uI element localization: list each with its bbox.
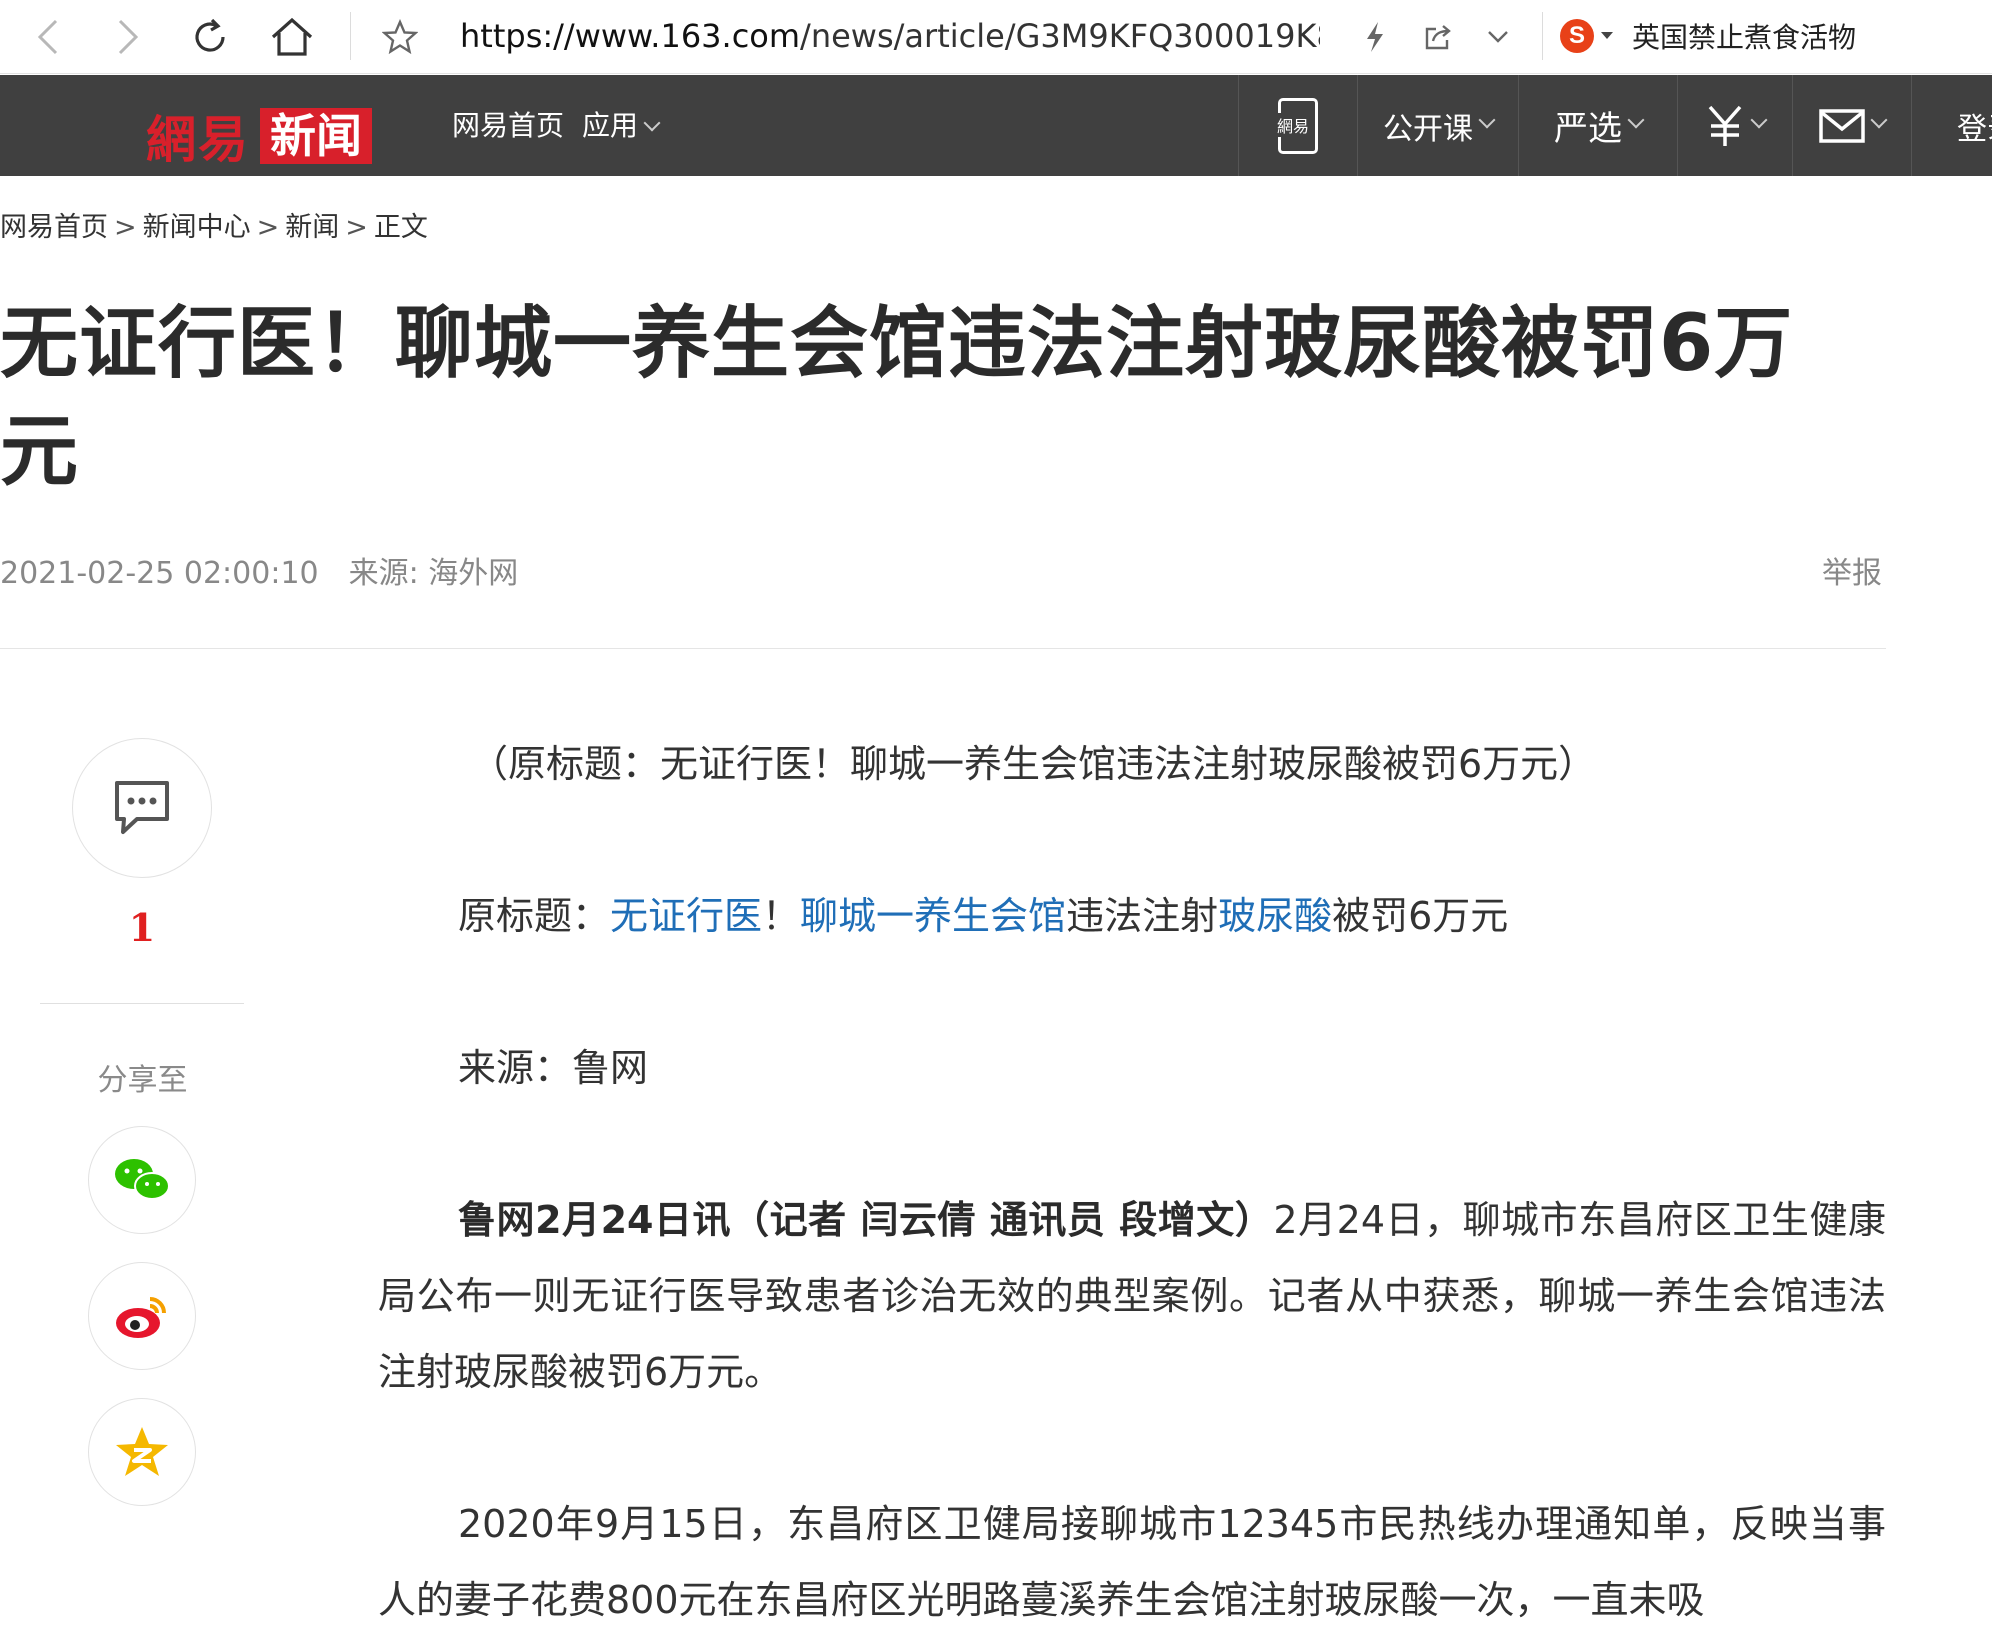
orig-title-punct: ！ — [762, 894, 801, 938]
breadcrumb-news[interactable]: 新闻 — [285, 212, 339, 243]
lead-paragraph: 鲁网2月24日讯（记者 闫云倩 通讯员 段增文）2月24日，聊城市东昌府区卫生健… — [378, 1182, 1886, 1410]
orig-title-mid: 违法注射 — [1066, 894, 1219, 938]
url-path: /news/article/G3M9KFQ300019K82.h — [800, 17, 1320, 55]
flash-icon[interactable] — [1355, 0, 1395, 73]
phone-icon: 網易 — [1277, 97, 1318, 154]
share-wechat-button[interactable] — [88, 1126, 196, 1234]
breadcrumb-news-center[interactable]: 新闻中心 — [143, 212, 251, 243]
qzone-icon — [116, 1427, 168, 1476]
article-datetime: 2021-02-25 02:00:10 — [0, 556, 319, 591]
share-icon[interactable] — [1418, 0, 1458, 73]
orig-title-end: 被罚6万元 — [1332, 894, 1509, 938]
nav-mail[interactable] — [1792, 75, 1911, 176]
nav-open-course-label: 公开课 — [1383, 111, 1473, 147]
chevron-down-icon — [1870, 111, 1888, 128]
report-link[interactable]: 举报 — [1822, 548, 1882, 592]
keyword-link[interactable]: 无证行医 — [610, 894, 762, 938]
site-nav-bar: 網易 新闻 网易首页 应用 網易 公开课 严选 登录 — [0, 75, 1992, 176]
chevron-down-icon — [1627, 111, 1645, 128]
share-label: 分享至 — [97, 1063, 188, 1098]
nav-mobile-app[interactable]: 網易 — [1238, 75, 1357, 176]
star-icon[interactable] — [372, 0, 428, 73]
chevron-down-icon — [1478, 111, 1496, 128]
toolbar-divider — [350, 12, 351, 60]
wechat-icon — [115, 1159, 170, 1200]
nav-yanxuan[interactable]: 严选 — [1518, 75, 1677, 176]
original-title-line: 原标题：无证行医！聊城一养生会馆违法注射玻尿酸被罚6万元 — [458, 878, 1508, 954]
breadcrumb-current: 正文 — [373, 212, 428, 243]
chevron-down-icon — [643, 114, 661, 132]
title-divider — [0, 648, 1886, 649]
breadcrumb-separator: > — [114, 212, 137, 243]
url-host: https://www.163.com — [460, 17, 801, 55]
comment-button[interactable] — [72, 738, 212, 878]
nav-open-course[interactable]: 公开课 — [1357, 75, 1518, 176]
browser-toolbar: https://www.163.com/news/article/G3M9KFQ… — [0, 0, 1992, 74]
nav-apps-label: 应用 — [582, 109, 639, 142]
sogou-logo-icon[interactable]: S — [1560, 19, 1594, 53]
nav-yanxuan-label: 严选 — [1554, 109, 1622, 149]
original-title-note: （原标题：无证行医！聊城一养生会馆违法注射玻尿酸被罚6万元） — [470, 742, 1597, 786]
yuan-icon — [1708, 105, 1742, 146]
logo-brand: 網易 — [146, 110, 250, 169]
nav-home-link[interactable]: 网易首页 — [452, 75, 564, 176]
breadcrumb-separator: > — [345, 212, 368, 243]
chevron-down-icon[interactable] — [1600, 31, 1614, 41]
keyword-link[interactable]: 玻尿酸 — [1218, 894, 1332, 938]
home-icon[interactable] — [262, 0, 322, 73]
breadcrumb: 网易首页 > 新闻中心 > 新闻 > 正文 — [0, 205, 428, 244]
article-source: 来源: 海外网 — [348, 556, 519, 591]
comment-count[interactable]: 1 — [100, 905, 184, 950]
body-paragraph: 2020年9月15日，东昌府区卫健局接聊城市12345市民热线办理通知单，反映当… — [378, 1502, 1886, 1622]
article-title: 无证行医！聊城一养生会馆违法注射玻尿酸被罚6万元 — [0, 299, 1794, 497]
rail-divider — [40, 1003, 244, 1004]
address-bar[interactable]: https://www.163.com/news/article/G3M9KFQ… — [460, 14, 1320, 59]
nav-apps-menu[interactable]: 应用 — [582, 75, 661, 176]
keyword-link[interactable]: 聊城一养生会馆 — [800, 894, 1066, 938]
lead-byline: 鲁网2月24日讯（记者 闫云倩 通讯员 段增文） — [458, 1198, 1274, 1242]
nav-login[interactable]: 登录 — [1911, 75, 1992, 176]
article-meta: 2021-02-25 02:00:10 来源: 海外网 — [0, 548, 518, 592]
breadcrumb-home[interactable]: 网易首页 — [0, 212, 108, 243]
search-box[interactable]: S 英国禁止煮食活物 — [1560, 10, 1992, 62]
chevron-down-icon — [1750, 111, 1768, 128]
forward-arrow-icon[interactable] — [100, 0, 155, 73]
comment-icon — [115, 781, 169, 834]
nav-app-badge: 網易 — [1277, 112, 1310, 137]
search-query[interactable]: 英国禁止煮食活物 — [1632, 16, 1856, 56]
breadcrumb-separator: > — [256, 212, 280, 243]
reload-icon[interactable] — [180, 0, 240, 73]
logo-section: 新闻 — [260, 108, 372, 164]
chevron-down-icon[interactable] — [1478, 0, 1518, 73]
weibo-icon — [116, 1297, 166, 1338]
back-arrow-icon[interactable] — [20, 0, 75, 73]
share-weibo-button[interactable] — [88, 1262, 196, 1370]
share-qzone-button[interactable] — [88, 1398, 196, 1506]
orig-title-prefix: 原标题： — [458, 894, 611, 938]
mail-icon — [1819, 108, 1865, 143]
nav-pay[interactable] — [1677, 75, 1792, 176]
netease-news-logo[interactable]: 網易 新闻 — [146, 100, 372, 172]
toolbar-divider — [1542, 12, 1543, 60]
source-line: 来源：鲁网 — [458, 1046, 649, 1090]
